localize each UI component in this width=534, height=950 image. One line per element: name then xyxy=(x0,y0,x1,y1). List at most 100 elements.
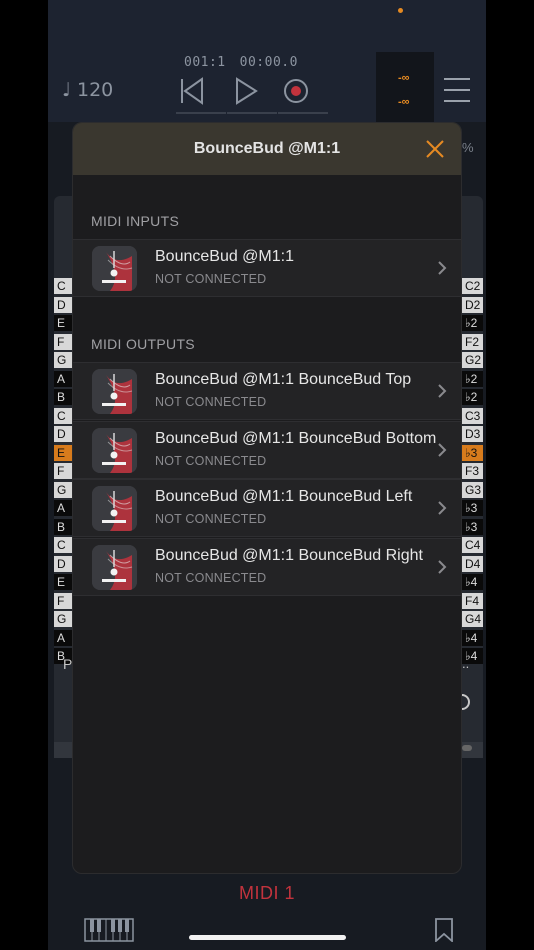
port-status: NOT CONNECTED xyxy=(155,395,267,409)
piano-key-left: E xyxy=(54,444,72,461)
chevron-right-icon xyxy=(438,559,447,574)
piano-key-left: G xyxy=(54,611,72,627)
modal-title: BounceBud @M1:1 xyxy=(193,140,341,157)
piano-key-right: G3 xyxy=(462,481,483,498)
piano-key-right: D2 xyxy=(462,296,483,313)
row-chevron xyxy=(437,383,447,399)
midi-port-row[interactable]: BounceBud @M1:1 BounceBud Top NOT CONNECT… xyxy=(73,362,461,420)
piano-key-left: G xyxy=(54,481,72,498)
piano-key-right: ♭2 xyxy=(462,315,483,331)
bouncebud-app-icon xyxy=(92,369,137,414)
piano-key-left: C xyxy=(54,278,72,294)
piano-key-left: D xyxy=(54,426,72,442)
row-chevron xyxy=(437,442,447,458)
record-icon xyxy=(284,79,308,103)
bookmark-icon[interactable] xyxy=(434,918,454,942)
piano-key-left: B xyxy=(54,389,72,405)
port-status: NOT CONNECTED xyxy=(155,453,267,468)
home-indicator xyxy=(189,935,346,940)
piano-key-left: A xyxy=(54,629,72,646)
port-name: BounceBud @M1:1 xyxy=(155,248,294,265)
piano-key-right: D3 xyxy=(462,426,483,442)
row-chevron xyxy=(437,559,447,575)
right-margin xyxy=(486,0,534,950)
port-icon xyxy=(92,486,137,531)
port-icon xyxy=(92,427,137,473)
piano-key-left: C xyxy=(54,537,72,553)
percent-fragment: % xyxy=(462,140,474,155)
piano-keyboard-icon[interactable] xyxy=(84,918,134,942)
piano-key-right: F4 xyxy=(462,592,483,609)
rewind-button[interactable] xyxy=(174,74,210,108)
piano-key-left: E xyxy=(54,574,72,590)
midi-outputs-header: MIDI OUTPUTS xyxy=(91,336,195,352)
bouncebud-app-icon xyxy=(92,246,137,291)
piano-key-left: A xyxy=(54,500,72,516)
bouncebud-app-icon xyxy=(92,544,137,590)
meter-bottom-value: -∞ xyxy=(398,96,410,108)
play-underline xyxy=(227,112,277,114)
piano-key-right: D4 xyxy=(462,555,483,572)
close-button[interactable] xyxy=(423,137,447,161)
dots-fragment: .. xyxy=(462,656,470,671)
piano-key-right: F3 xyxy=(462,463,483,479)
row-chevron xyxy=(437,260,447,276)
midi-connections-modal: BounceBud @M1:1 MIDI INPUTS BounceBud @M… xyxy=(72,122,462,874)
meter-top-value: -∞ xyxy=(398,72,410,84)
piano-key-right: ♭4 xyxy=(462,629,483,646)
piano-key-right: ♭3 xyxy=(462,518,483,535)
port-name: BounceBud @M1:1 BounceBud Bottom xyxy=(155,429,437,447)
port-name: BounceBud @M1:1 BounceBud Top xyxy=(155,371,412,388)
piano-key-right: F2 xyxy=(462,333,483,350)
midi-port-row[interactable]: BounceBud @M1:1 BounceBud Left NOT CONNEC… xyxy=(73,479,461,537)
port-icon xyxy=(92,246,137,291)
piano-key-right: C4 xyxy=(462,537,483,553)
port-status: NOT CONNECTED xyxy=(155,570,267,585)
piano-key-left: E xyxy=(54,315,72,331)
piano-key-left: D xyxy=(54,555,72,572)
piano-key-right: ♭4 xyxy=(462,574,483,590)
close-icon xyxy=(426,140,444,158)
port-icon xyxy=(92,369,137,414)
piano-key-left: F xyxy=(54,592,72,609)
bouncebud-app-icon xyxy=(92,427,137,473)
port-name: BounceBud @M1:1 BounceBud Right xyxy=(155,546,423,564)
piano-key-right: ♭3 xyxy=(462,444,483,461)
chevron-right-icon xyxy=(438,501,447,515)
midi-port-row[interactable]: BounceBud @M1:1 NOT CONNECTED xyxy=(73,239,461,297)
piano-key-left: G xyxy=(54,352,72,368)
piano-key-left: A xyxy=(54,370,72,387)
level-meter: -∞ -∞ xyxy=(376,52,434,122)
record-button[interactable] xyxy=(278,74,314,108)
time-position: 00:00.0 xyxy=(239,55,298,70)
rewind-underline xyxy=(176,112,226,114)
record-underline xyxy=(278,112,328,114)
piano-key-right: G4 xyxy=(462,611,483,627)
p-fragment: P xyxy=(63,656,73,672)
status-dot xyxy=(398,8,403,13)
piano-key-right: ♭3 xyxy=(462,500,483,516)
port-status: NOT CONNECTED xyxy=(155,512,267,526)
piano-key-right: G2 xyxy=(462,352,483,368)
piano-key-right: ♭2 xyxy=(462,389,483,405)
port-name: BounceBud @M1:1 BounceBud Left xyxy=(155,488,413,505)
piano-key-left: F xyxy=(54,333,72,350)
row-chevron xyxy=(437,500,447,516)
left-margin xyxy=(0,0,48,950)
midi-port-row[interactable]: BounceBud @M1:1 BounceBud Bottom NOT CONN… xyxy=(73,420,461,479)
piano-key-right: ♭2 xyxy=(462,370,483,387)
play-button[interactable] xyxy=(228,74,264,108)
skip-back-icon xyxy=(181,77,203,105)
piano-key-right: C3 xyxy=(462,407,483,424)
track-label[interactable]: MIDI 1 xyxy=(0,883,534,904)
tempo-display[interactable]: ♩ 120 xyxy=(62,79,113,101)
hamburger-menu-icon[interactable] xyxy=(444,78,470,102)
chevron-right-icon xyxy=(438,384,447,398)
scroll-handle xyxy=(462,745,472,751)
port-icon xyxy=(92,544,137,590)
piano-key-left: D xyxy=(54,296,72,313)
midi-port-row[interactable]: BounceBud @M1:1 BounceBud Right NOT CONNE… xyxy=(73,537,461,596)
chevron-right-icon xyxy=(438,442,447,457)
piano-key-left: F xyxy=(54,463,72,479)
piano-key-right: C2 xyxy=(462,278,483,294)
